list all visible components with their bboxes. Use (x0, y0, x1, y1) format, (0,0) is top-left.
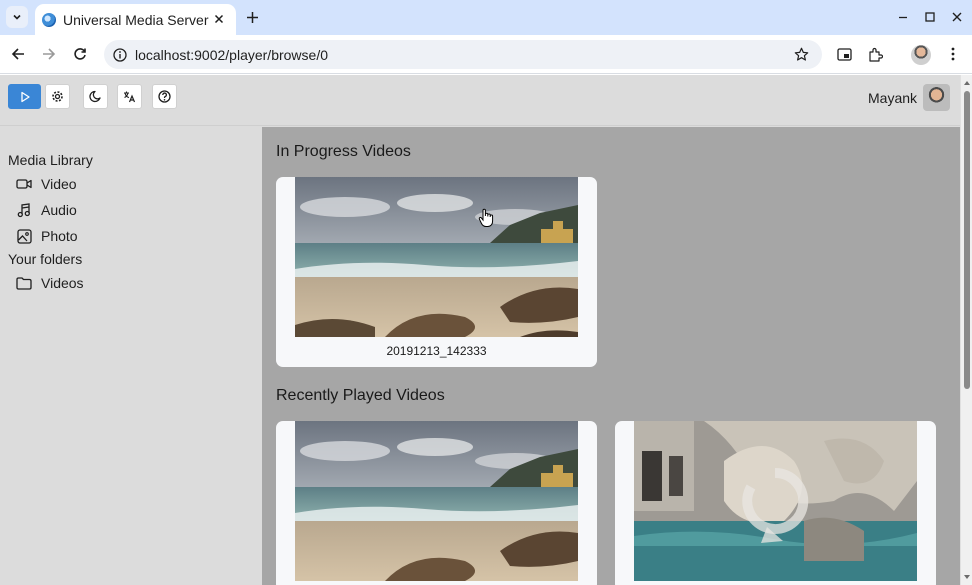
beach-thumbnail[interactable] (295, 177, 578, 337)
beach-thumbnail[interactable] (295, 421, 578, 581)
maximize-icon (925, 12, 935, 22)
hand-cursor-icon (478, 208, 494, 227)
dark-mode-button[interactable] (83, 84, 108, 109)
recently-played-title: Recently Played Videos (276, 387, 445, 404)
sidebar-item-video[interactable]: Video (16, 174, 77, 194)
new-tab-button[interactable] (243, 8, 261, 26)
sidebar: Media Library Video Audio Photo Your fol… (0, 127, 262, 585)
back-button[interactable] (9, 45, 27, 63)
gear-icon (52, 91, 63, 102)
url-text: localhost:9002/player/browse/0 (135, 47, 329, 63)
scrollbar-thumb[interactable] (964, 91, 970, 389)
sidebar-item-label: Video (41, 176, 77, 192)
page-scrollbar[interactable] (960, 75, 972, 585)
video-card[interactable]: 20191213_142333 (276, 177, 597, 367)
plus-icon (246, 11, 258, 23)
window-close-icon (952, 12, 962, 22)
your-folders-heading: Your folders (8, 251, 83, 267)
video-card[interactable] (276, 421, 597, 585)
sidebar-item-label: Videos (41, 275, 84, 291)
browser-profile-avatar[interactable] (911, 45, 931, 65)
site-info-icon[interactable] (112, 47, 127, 62)
sidebar-item-label: Photo (41, 228, 78, 244)
sidebar-item-audio[interactable]: Audio (16, 200, 77, 220)
app: Mayank Media Library Video Audio Photo Y… (0, 75, 960, 585)
video-card[interactable] (615, 421, 936, 585)
browser-toolbar: localhost:9002/player/browse/0 (0, 35, 972, 74)
user-name[interactable]: Mayank (868, 90, 917, 106)
main-content: In Progress Videos 20191213_142333 Recen… (262, 127, 960, 585)
browser-tab[interactable]: Universal Media Server (35, 4, 236, 35)
address-bar[interactable]: localhost:9002/player/browse/0 (104, 40, 822, 69)
close-icon (214, 14, 224, 24)
tab-close-button[interactable] (212, 12, 226, 26)
folder-icon (16, 275, 32, 291)
minimize-button[interactable] (895, 9, 911, 25)
back-arrow-icon (11, 48, 24, 60)
forward-button[interactable] (40, 45, 58, 63)
browser-tab-bar: Universal Media Server (0, 0, 972, 35)
fountain-thumbnail[interactable] (634, 421, 917, 581)
media-library-heading: Media Library (8, 152, 93, 168)
extensions-button[interactable] (866, 45, 884, 63)
minimize-icon (899, 16, 907, 19)
sidebar-item-photo[interactable]: Photo (16, 226, 78, 246)
sidebar-item-videos-folder[interactable]: Videos (16, 273, 84, 293)
favicon-icon (42, 12, 56, 27)
player-button[interactable] (8, 84, 41, 109)
video-title[interactable]: 20191213_142333 (276, 344, 597, 358)
photo-icon (16, 228, 32, 244)
settings-button[interactable] (45, 84, 70, 109)
extensions-icon (868, 47, 883, 62)
more-vert-icon (951, 47, 955, 61)
reload-icon (74, 48, 86, 60)
more-menu-button[interactable] (944, 45, 962, 63)
forward-arrow-icon (43, 48, 56, 60)
sidebar-item-label: Audio (41, 202, 77, 218)
scroll-down-icon[interactable] (963, 573, 971, 581)
bookmark-star-icon[interactable] (793, 46, 810, 63)
tab-title: Universal Media Server (63, 11, 209, 28)
app-header: Mayank (0, 75, 960, 126)
picture-in-picture-button[interactable] (835, 45, 853, 63)
video-camera-icon (16, 176, 32, 192)
language-button[interactable] (117, 84, 142, 109)
music-note-icon (16, 202, 32, 218)
window-close-button[interactable] (949, 9, 965, 25)
loading-spinner-icon (742, 467, 809, 543)
play-icon (20, 91, 30, 102)
maximize-button[interactable] (922, 9, 938, 25)
chevron-down-icon (13, 14, 21, 20)
translate-icon (124, 91, 136, 103)
scroll-up-icon[interactable] (963, 79, 971, 87)
user-avatar[interactable] (923, 84, 950, 111)
tab-search-button[interactable] (6, 6, 28, 28)
picture-in-picture-icon (836, 47, 852, 61)
reload-button[interactable] (71, 45, 89, 63)
moon-icon (89, 90, 101, 103)
help-button[interactable] (152, 84, 177, 109)
help-icon (158, 90, 171, 103)
in-progress-title: In Progress Videos (276, 143, 411, 160)
